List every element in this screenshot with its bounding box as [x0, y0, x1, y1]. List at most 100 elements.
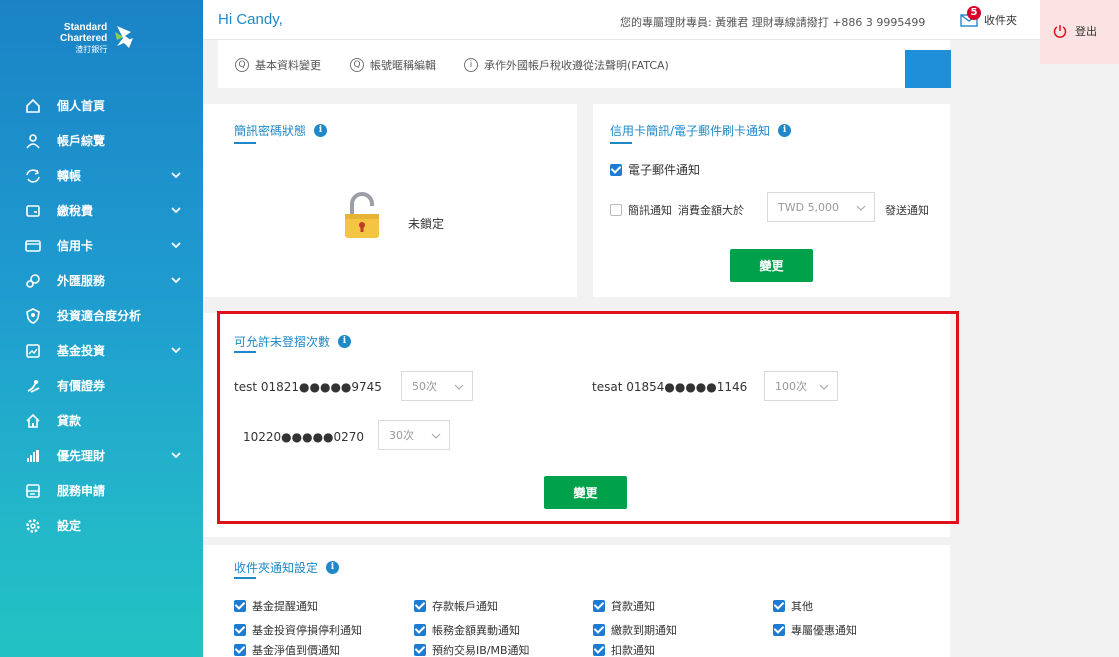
- title-underline: [234, 142, 256, 144]
- sidebar-item-label: 個人首頁: [57, 99, 106, 113]
- sidebar-item-label: 優先理財: [57, 449, 106, 463]
- sidebar-item-settings[interactable]: 設定: [0, 508, 203, 543]
- notify-option[interactable]: 基金淨值到價通知: [234, 642, 340, 657]
- sidebar-item-accounts[interactable]: 帳戶綜覽: [0, 123, 203, 158]
- shield-icon: [25, 307, 41, 324]
- sidebar-item-securities[interactable]: 有價證券: [0, 368, 203, 403]
- sidebar-item-label: 帳戶綜覽: [57, 134, 106, 148]
- notify-option[interactable]: 專屬優惠通知: [773, 622, 857, 638]
- sidebar-item-priority[interactable]: 優先理財: [0, 438, 203, 473]
- relationship-manager-info: 您的專屬理財專員: 黃雅君 理財專線請撥打 +886 3 9995499: [620, 16, 926, 29]
- edit-profile-label: 基本資料變更: [255, 59, 321, 72]
- inbox-settings-card: 收件夾通知設定 i 基金提醒通知 存款帳戶通知 貸款通知 其他 基金投資停損停利…: [203, 545, 950, 657]
- sms-notify-option[interactable]: 簡訊通知 消費金額大於: [610, 202, 744, 218]
- sidebar-item-label: 投資適合度分析: [57, 309, 142, 323]
- unlocked-padlock-icon: [345, 192, 379, 238]
- chevron-down-icon: [171, 277, 181, 284]
- checkbox[interactable]: [414, 600, 426, 612]
- checkbox[interactable]: [593, 600, 605, 612]
- notify-option[interactable]: 預約交易IB/MB通知: [414, 642, 530, 657]
- edit-profile-link[interactable]: Q 基本資料變更: [235, 57, 321, 73]
- notify-label: 專屬優惠通知: [791, 624, 857, 637]
- inbox-label: 收件夾: [984, 14, 1017, 27]
- envelope-icon: 5: [960, 6, 981, 27]
- fatca-label: 承作外國帳戶稅收遵從法聲明(FATCA): [484, 59, 669, 72]
- sidebar-item-label: 信用卡: [57, 239, 94, 253]
- inbox-button[interactable]: 5 收件夾: [960, 6, 1017, 28]
- logout-button[interactable]: 登出: [1053, 23, 1097, 39]
- notify-label: 基金提醒通知: [252, 600, 318, 613]
- notify-label: 其他: [791, 600, 813, 613]
- email-notify-option[interactable]: 電子郵件通知: [610, 161, 700, 178]
- card-notify-card: 信用卡簡訊/電子郵件刷卡通知 i 電子郵件通知 簡訊通知 消費金額大於 TWD …: [593, 104, 950, 297]
- notify-option[interactable]: 帳務金額異動通知: [414, 622, 520, 638]
- sms-notify-checkbox[interactable]: [610, 204, 622, 216]
- amount-prefix: 消費金額大於: [678, 204, 744, 217]
- chevron-down-icon: [856, 205, 866, 211]
- info-icon[interactable]: i: [314, 124, 328, 137]
- bill-icon: [25, 203, 41, 219]
- transfer-icon: [25, 168, 41, 184]
- logo-line1: Standard: [63, 21, 108, 33]
- notify-option[interactable]: 基金提醒通知: [234, 598, 318, 614]
- bank-logo[interactable]: Standard Chartered 渣打銀行: [60, 18, 150, 58]
- sidebar-item-transfer[interactable]: 轉帳: [0, 158, 203, 193]
- sidebar-item-fx[interactable]: 外匯服務: [0, 263, 203, 298]
- edit-nickname-link[interactable]: Q 帳號暱稱編輯: [350, 57, 436, 73]
- notify-option[interactable]: 其他: [773, 598, 813, 614]
- profile-links-bar: Q 基本資料變更 Q 帳號暱稱編輯 i 承作外國帳戶稅收遵從法聲明(FATCA): [218, 40, 950, 88]
- blue-action-button[interactable]: [905, 50, 951, 88]
- sidebar-item-label: 基金投資: [57, 344, 106, 358]
- top-bar: Hi Candy, 您的專屬理財專員: 黃雅君 理財專線請撥打 +886 3 9…: [203, 0, 1040, 40]
- card-notify-change-button[interactable]: 變更: [730, 249, 813, 282]
- checkbox[interactable]: [234, 600, 246, 612]
- sidebar-item-bills[interactable]: 繳稅費: [0, 193, 203, 228]
- sms-lock-card: 簡訊密碼狀態 i 未鎖定: [203, 104, 577, 297]
- notify-option[interactable]: 繳款到期通知: [593, 622, 677, 638]
- fatca-link[interactable]: i 承作外國帳戶稅收遵從法聲明(FATCA): [464, 57, 669, 73]
- greeting: Hi Candy,: [218, 11, 283, 28]
- sidebar-item-loans[interactable]: 貸款: [0, 403, 203, 438]
- notify-option[interactable]: 存款帳戶通知: [414, 598, 498, 614]
- chevron-down-icon: [171, 172, 181, 179]
- info-icon[interactable]: i: [326, 561, 340, 574]
- notify-option[interactable]: 扣款通知: [593, 642, 655, 657]
- inbox-settings-title: 收件夾通知設定: [234, 561, 319, 575]
- sidebar-item-label: 有價證券: [57, 379, 106, 393]
- checkbox[interactable]: [414, 624, 426, 636]
- chevron-down-icon: [171, 242, 181, 249]
- info-icon[interactable]: i: [778, 124, 792, 137]
- loan-icon: [25, 413, 41, 429]
- logout-panel: 登出: [1040, 0, 1119, 64]
- service-icon: [25, 483, 41, 499]
- checkbox[interactable]: [773, 600, 785, 612]
- sidebar-item-credit-card[interactable]: 信用卡: [0, 228, 203, 263]
- checkbox[interactable]: [234, 624, 246, 636]
- nickname-icon: Q: [350, 58, 364, 72]
- notify-option[interactable]: 基金投資停損停利通知: [234, 622, 362, 638]
- sidebar-item-label: 設定: [57, 519, 82, 533]
- credit-card-icon: [25, 238, 41, 254]
- title-underline: [234, 577, 256, 579]
- sidebar-item-services[interactable]: 服務申請: [0, 473, 203, 508]
- amount-threshold-select[interactable]: TWD 5,000: [767, 192, 875, 222]
- title-underline: [610, 142, 632, 144]
- sidebar-item-funds[interactable]: 基金投資: [0, 333, 203, 368]
- checkbox[interactable]: [593, 624, 605, 636]
- email-notify-checkbox[interactable]: [610, 163, 622, 176]
- notify-option[interactable]: 貸款通知: [593, 598, 655, 614]
- fx-icon: [25, 273, 41, 289]
- notify-label: 基金投資停損停利通知: [252, 624, 362, 637]
- gear-icon: [25, 518, 41, 534]
- sidebar-item-label: 服務申請: [57, 484, 106, 498]
- checkbox[interactable]: [593, 644, 605, 656]
- card-notify-title: 信用卡簡訊/電子郵件刷卡通知: [610, 124, 771, 138]
- checkbox[interactable]: [773, 624, 785, 636]
- sidebar-item-home[interactable]: 個人首頁: [0, 88, 203, 123]
- checkbox[interactable]: [414, 644, 426, 656]
- sidebar-item-suitability[interactable]: 投資適合度分析: [0, 298, 203, 333]
- logout-label: 登出: [1075, 25, 1097, 38]
- checkbox[interactable]: [234, 644, 246, 656]
- logo-mark-icon: [113, 24, 135, 52]
- highlight-box: [217, 311, 959, 524]
